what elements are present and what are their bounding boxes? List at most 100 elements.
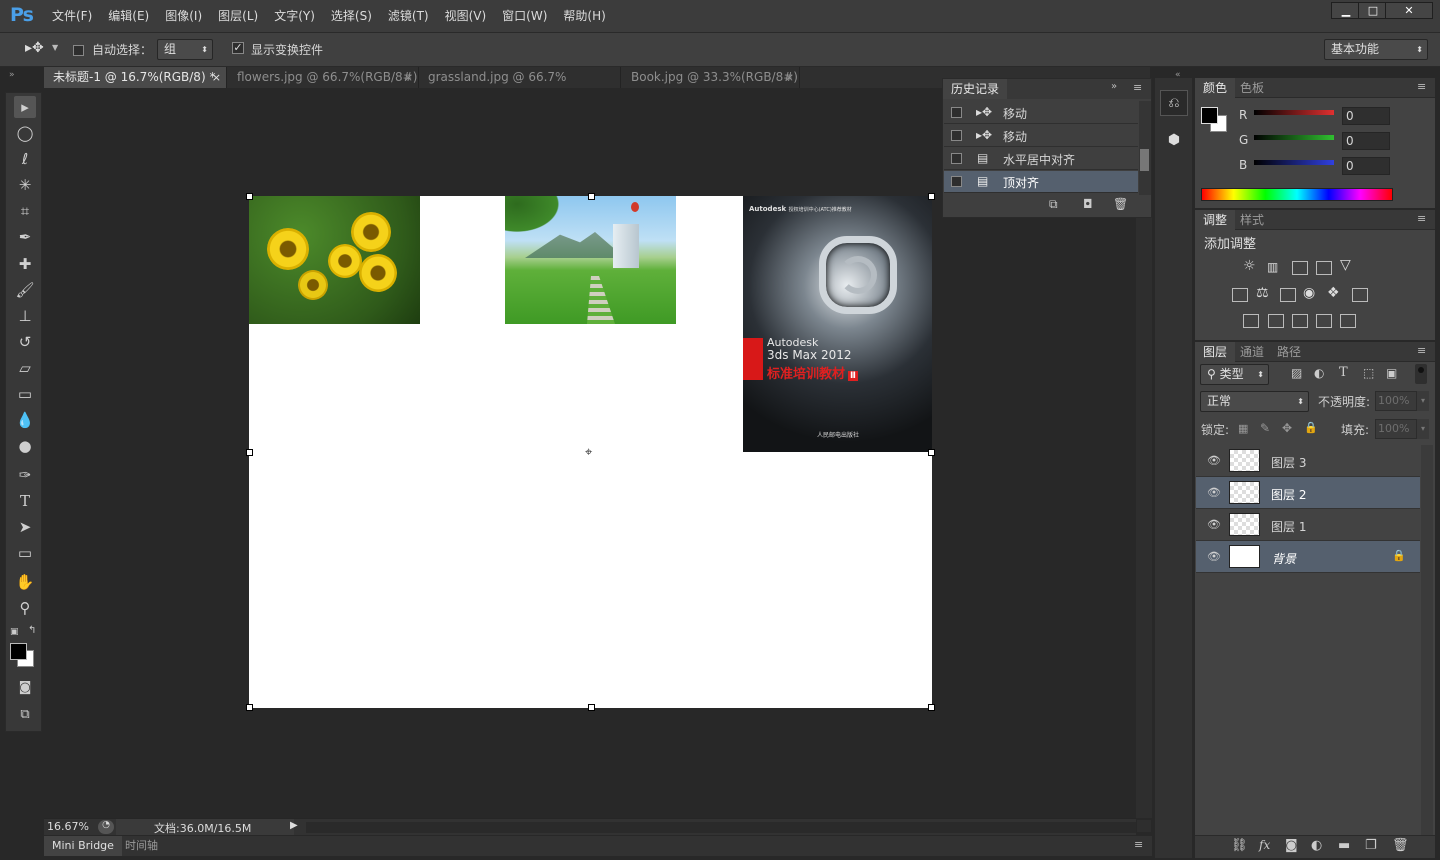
close-window-button[interactable]: ✕ (1385, 2, 1433, 19)
trash-icon[interactable]: 🗑 (1392, 838, 1409, 853)
minimize-button[interactable]: ▁ (1331, 2, 1361, 19)
hue-saturation-icon[interactable] (1232, 288, 1248, 302)
eraser-tool-icon[interactable]: ▱ (14, 357, 36, 379)
default-colors-icon[interactable]: ▣ (10, 627, 19, 637)
menu-layer[interactable]: 图层(L) (210, 0, 266, 33)
show-transform-checkbox[interactable]: ✓ (232, 42, 244, 54)
filter-smart-object-icon[interactable]: ▣ (1386, 366, 1397, 380)
transform-handle-bottom-right[interactable] (928, 704, 935, 711)
tab-styles[interactable]: 样式 (1232, 210, 1272, 230)
tab-grassland[interactable]: grassland.jpg @ 66.7%(RGB/8#)× (419, 67, 621, 105)
menu-help[interactable]: 帮助(H) (555, 0, 613, 33)
layer-row-selected[interactable]: 👁 图层 2 (1196, 477, 1420, 509)
exposure-icon[interactable] (1316, 261, 1332, 275)
zoom-level[interactable]: 16.67% (47, 820, 89, 833)
green-value-input[interactable]: 0 (1342, 132, 1390, 150)
opacity-input[interactable]: 100% (1375, 391, 1417, 411)
visibility-eye-icon[interactable]: 👁 (1207, 550, 1221, 563)
transform-handle-bottom-center[interactable] (588, 704, 595, 711)
link-layers-icon[interactable]: ⛓ (1231, 838, 1248, 853)
lock-image-icon[interactable]: ✎ (1260, 421, 1270, 435)
selective-color-icon[interactable] (1316, 314, 1332, 328)
curves-icon[interactable] (1292, 261, 1308, 275)
tab-swatches[interactable]: 色板 (1232, 78, 1272, 98)
foreground-color-swatch[interactable] (1201, 107, 1218, 124)
tab-book[interactable]: Book.jpg @ 33.3%(RGB/8#) × (622, 67, 800, 88)
reference-point-icon[interactable]: ⌖ (585, 445, 592, 460)
layer-filter-dropdown[interactable]: ⚲ 类型 ⬍ (1200, 364, 1269, 385)
panel-menu-icon[interactable]: ≡ (1134, 838, 1143, 851)
filter-toggle[interactable] (1415, 364, 1427, 384)
panel-menu-icon[interactable]: ≡ (1417, 212, 1426, 225)
green-slider[interactable] (1254, 135, 1334, 140)
path-selection-icon[interactable]: ➤ (14, 516, 36, 538)
transform-handle-middle-right[interactable] (928, 449, 935, 456)
hand-tool-icon[interactable]: ✋ (14, 571, 36, 593)
maximize-button[interactable]: □ (1358, 2, 1388, 19)
tab-flowers[interactable]: flowers.jpg @ 66.7%(RGB/8#) × (228, 67, 419, 88)
history-snapshot-checkbox[interactable] (951, 176, 962, 187)
history-item-selected[interactable]: ▤ 顶对齐 (944, 171, 1138, 193)
blue-value-input[interactable]: 0 (1342, 157, 1390, 175)
tab-untitled-1[interactable]: 未标题-1 @ 16.7%(RGB/8) * × (44, 67, 227, 88)
dodge-tool-icon[interactable]: ● (14, 435, 36, 457)
new-document-from-state-icon[interactable]: ⧉ (1049, 197, 1058, 212)
lock-all-icon[interactable]: 🔒 (1304, 421, 1318, 434)
blur-tool-icon[interactable]: 💧 (14, 409, 36, 431)
visibility-eye-icon[interactable]: 👁 (1207, 486, 1221, 499)
layer-row[interactable]: 👁 图层 3 (1196, 445, 1420, 477)
elliptical-marquee-icon[interactable]: ◯ (14, 122, 36, 144)
history-scrollbar[interactable] (1139, 101, 1151, 195)
auto-select-dropdown[interactable]: 组 ⬍ (157, 39, 213, 60)
tab-channels[interactable]: 通道 (1232, 342, 1272, 362)
history-item[interactable]: ▸✥ 移动 (944, 102, 1138, 124)
close-tab-icon[interactable]: × (212, 67, 221, 88)
layer-name[interactable]: 图层 3 (1271, 454, 1306, 471)
red-slider[interactable] (1254, 110, 1334, 115)
photo-filter-icon[interactable]: ◉ (1303, 285, 1315, 301)
opacity-dropdown-icon[interactable]: ▾ (1417, 391, 1429, 411)
lock-position-icon[interactable]: ✥ (1282, 421, 1292, 435)
menu-view[interactable]: 视图(V) (437, 0, 495, 33)
preset-dropdown-icon[interactable]: ▼ (52, 43, 58, 52)
history-tab[interactable]: 历史记录 (943, 79, 1008, 99)
menu-type[interactable]: 文字(Y) (266, 0, 323, 33)
move-tool-icon[interactable]: ▸ (14, 96, 36, 118)
eyedropper-icon[interactable]: ✒ (14, 226, 36, 248)
layer-row-background[interactable]: 👁 背景 🔒 (1196, 541, 1420, 573)
panel-menu-icon[interactable]: ≡ (1417, 80, 1426, 93)
posterize-icon[interactable] (1268, 314, 1284, 328)
brightness-contrast-icon[interactable]: ☼ (1243, 258, 1256, 274)
menu-image[interactable]: 图像(I) (157, 0, 210, 33)
history-snapshot-checkbox[interactable] (951, 130, 962, 141)
layers-scrollbar[interactable] (1421, 445, 1433, 835)
zoom-tool-icon[interactable]: ⚲ (14, 597, 36, 619)
blue-slider[interactable] (1254, 160, 1334, 165)
red-value-input[interactable]: 0 (1342, 107, 1390, 125)
grassland-image[interactable] (505, 196, 676, 324)
new-adjustment-layer-icon[interactable]: ◐ (1311, 838, 1322, 853)
transform-handle-top-center[interactable] (588, 193, 595, 200)
close-tab-icon[interactable]: × (785, 67, 794, 88)
close-tab-icon[interactable]: × (404, 67, 413, 88)
add-mask-icon[interactable]: ◙ (1285, 838, 1298, 853)
visibility-eye-icon[interactable]: 👁 (1207, 454, 1221, 467)
menu-select[interactable]: 选择(S) (323, 0, 380, 33)
foreground-color-swatch[interactable] (10, 643, 27, 660)
lock-transparent-icon[interactable]: ▦ (1238, 422, 1248, 435)
tab-color[interactable]: 颜色 (1195, 78, 1236, 98)
pen-tool-icon[interactable]: ✑ (14, 464, 36, 486)
clone-stamp-icon[interactable]: ⊥ (14, 305, 36, 327)
history-panel-icon[interactable]: ⎌ (1160, 90, 1188, 116)
layer-style-fx-icon[interactable]: fx (1259, 838, 1270, 852)
camera-snapshot-icon[interactable]: ◘ (1083, 197, 1093, 211)
transform-handle-top-left[interactable] (246, 193, 253, 200)
gradient-tool-icon[interactable]: ▭ (14, 383, 36, 405)
color-spectrum-ramp[interactable] (1201, 188, 1393, 201)
filter-type-icon[interactable]: T (1339, 365, 1348, 380)
healing-brush-icon[interactable]: ✚ (14, 253, 36, 275)
history-snapshot-checkbox[interactable] (951, 107, 962, 118)
toolbar-collapse-icon[interactable]: » (9, 70, 15, 80)
layer-name[interactable]: 背景 (1272, 550, 1296, 567)
rectangle-tool-icon[interactable]: ▭ (14, 542, 36, 564)
